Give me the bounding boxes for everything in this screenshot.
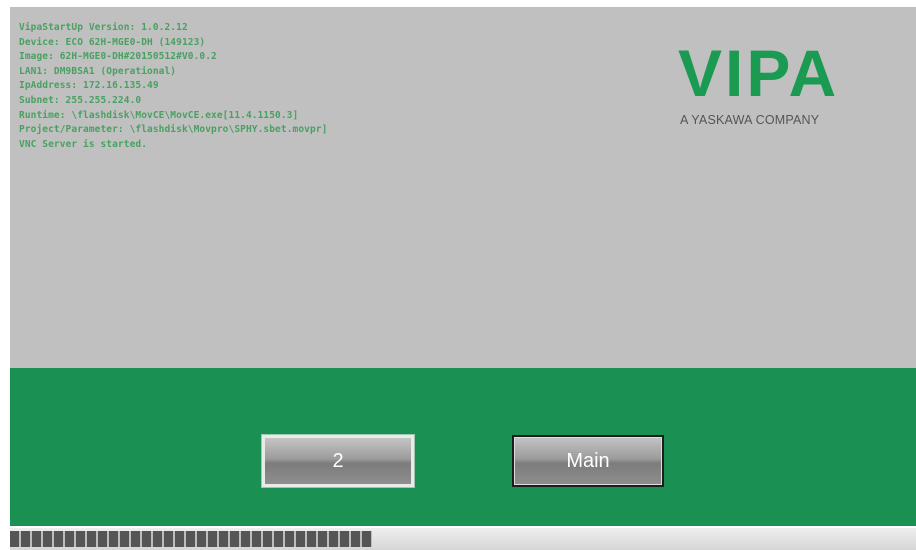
boot-log-line: Project/Parameter: \flashdisk\Movpro\SPH… <box>19 124 328 136</box>
hmi-screen: VipaStartUp Version: 1.0.2.12 Device: EC… <box>0 0 916 550</box>
boot-log-line: VipaStartUp Version: 1.0.2.12 <box>19 22 188 33</box>
logo-wordmark: VIPA <box>678 36 840 110</box>
progress-bar <box>10 528 916 550</box>
button-bar: 2 Main <box>10 368 916 526</box>
screen-2-button[interactable]: 2 <box>262 435 414 487</box>
boot-log-line: VNC Server is started. <box>19 138 148 150</box>
boot-log-line: LAN1: DM9BSA1 (Operational) <box>19 65 177 77</box>
boot-log-line: Image: 62H-MGE0-DH#20150512#V0.0.2 <box>19 51 217 63</box>
boot-log: VipaStartUp Version: 1.0.2.12 Device: EC… <box>19 21 327 152</box>
boot-info-panel: VipaStartUp Version: 1.0.2.12 Device: EC… <box>10 7 916 368</box>
boot-log-line: Runtime: \flashdisk\MovCE\MovCE.exe[11.4… <box>19 109 299 121</box>
vipa-logo: VIPA A YASKAWA COMPANY <box>678 40 868 130</box>
logo-tagline: A YASKAWA COMPANY <box>680 113 820 127</box>
main-button[interactable]: Main <box>512 435 664 487</box>
progress-fill <box>10 531 373 547</box>
boot-log-line: IpAddress: 172.16.135.49 <box>19 80 159 92</box>
boot-log-line: Device: ECO 62H-MGE0-DH (149123) <box>19 36 206 48</box>
boot-log-line: Subnet: 255.255.224.0 <box>19 94 142 106</box>
